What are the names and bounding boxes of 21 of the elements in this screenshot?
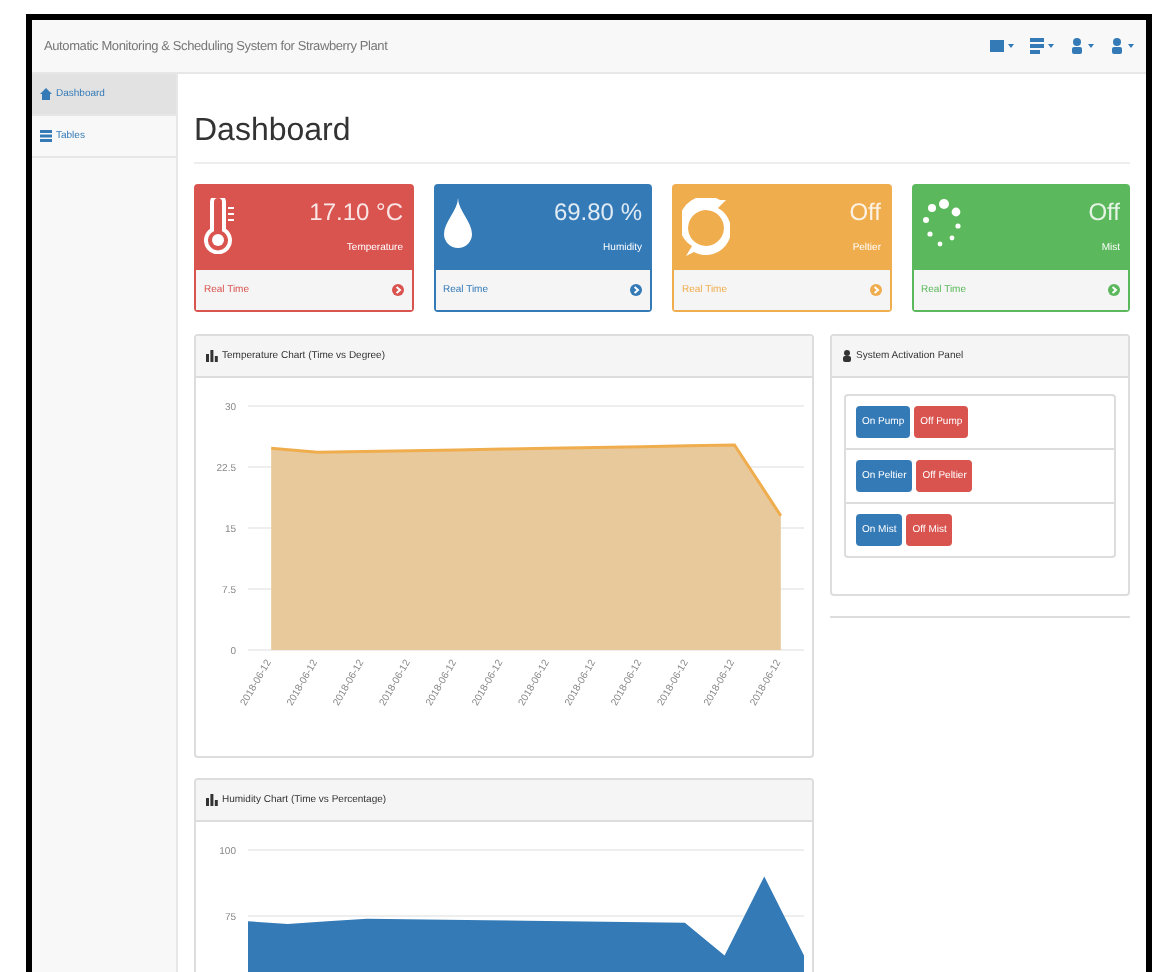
user-menu-icon[interactable] [1110,38,1134,54]
bar-chart-icon [206,794,218,806]
arrow-circle-icon [869,284,881,296]
arrow-circle-icon [391,284,403,296]
card-value: 69.80 % [553,198,642,226]
card-value: Off [1088,198,1120,226]
water-drop-icon [443,198,471,250]
ring-icon [682,198,730,258]
spinner-icon [921,198,961,250]
list-menu-icon[interactable] [1030,38,1054,54]
arrow-circle-icon [1108,284,1120,296]
thermometer-icon [204,198,236,254]
card-value: 17.10 °C [309,198,403,226]
page-title: Dashboard [194,74,1130,164]
table-icon [40,130,52,142]
arrow-circle-icon [630,284,642,296]
card-value: Off [849,198,881,226]
home-icon [40,88,52,100]
bar-chart-icon [206,350,218,362]
user-icon [842,350,852,362]
user-menu-icon[interactable] [1070,38,1094,54]
